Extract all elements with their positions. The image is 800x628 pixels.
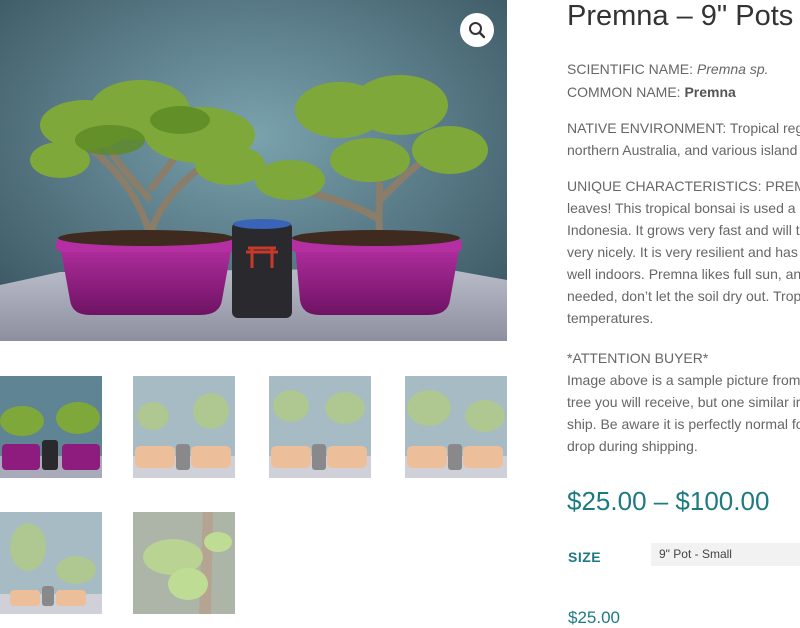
text-line: northern Australia, and various island (567, 142, 798, 158)
text-line: Indonesia. It grows very fast and will t (567, 222, 800, 238)
thumbnail-image (405, 376, 507, 478)
text-line: Image above is a sample picture from (567, 372, 800, 388)
native-environment-paragraph: NATIVE ENVIRONMENT: Tropical regio north… (567, 117, 800, 161)
scientific-name: SCIENTIFIC NAME: Premna sp. (567, 58, 800, 80)
gallery-thumbnail-3[interactable] (269, 376, 371, 478)
scientific-name-label: SCIENTIFIC NAME: (567, 61, 697, 77)
common-name-value: Premna (684, 84, 736, 100)
text-line: ship. Be aware it is perfectly normal fo (567, 416, 800, 432)
text-line: *ATTENTION BUYER* (567, 350, 709, 366)
unique-characteristics-paragraph: UNIQUE CHARACTERISTICS: PREMNA i leaves!… (567, 175, 800, 329)
size-select-value: 9" Pot - Small (659, 547, 732, 561)
gallery-thumbnail-1[interactable] (0, 376, 102, 478)
product-title: Premna – 9" Pots (567, 0, 794, 32)
text-line: leaves! This tropical bonsai is used a l… (567, 200, 800, 216)
thumbnail-image (133, 376, 235, 478)
text-line: needed, don’t let the soil dry out. Trop (567, 288, 800, 304)
variant-price: $25.00 (568, 608, 620, 627)
gallery-thumbnail-6[interactable] (133, 512, 235, 614)
gallery-thumbnail-2[interactable] (133, 376, 235, 478)
zoom-button[interactable] (460, 13, 494, 47)
common-name: COMMON NAME: Premna (567, 81, 800, 103)
scientific-name-value: Premna sp. (696, 61, 769, 77)
attention-buyer-paragraph: *ATTENTION BUYER* Image above is a sampl… (567, 347, 800, 457)
magnifier-icon (469, 22, 486, 39)
thumbnail-image (269, 376, 371, 478)
bonsai-photo (0, 0, 507, 341)
gallery-thumbnail-4[interactable] (405, 376, 507, 478)
text-line: well indoors. Premna likes full sun, an (567, 266, 800, 282)
thumbnail-image (0, 512, 102, 614)
text-line: very nicely. It is very resilient and ha… (567, 244, 798, 260)
text-line: UNIQUE CHARACTERISTICS: PREMNA i (567, 178, 800, 194)
size-label: SIZE (568, 549, 602, 565)
common-name-label: COMMON NAME: (567, 84, 685, 100)
gallery-thumbnail-5[interactable] (0, 512, 102, 614)
text-line: NATIVE ENVIRONMENT: Tropical regio (567, 120, 800, 136)
price-range: $25.00 – $100.00 (567, 486, 770, 516)
text-line: drop during shipping. (567, 438, 698, 454)
text-line: tree you will receive, but one similar i… (567, 394, 800, 410)
size-select[interactable]: 9" Pot - Small (651, 543, 800, 566)
thumbnail-image (133, 512, 235, 614)
thumbnail-image (0, 376, 102, 478)
product-main-image[interactable] (0, 0, 507, 341)
text-line: temperatures. (567, 310, 654, 326)
